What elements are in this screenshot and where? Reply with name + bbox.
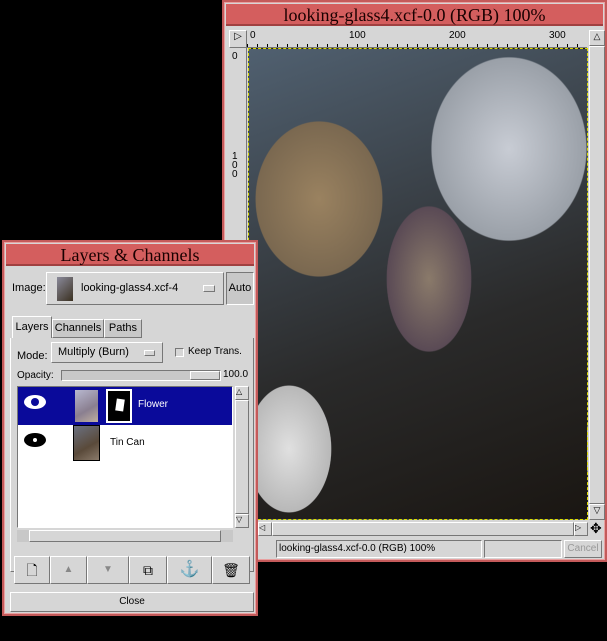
ruler-corner-button[interactable]: ▷ [229,30,247,48]
delete-layer-button[interactable]: 🗑 [212,556,250,584]
eye-icon[interactable] [24,433,46,447]
ruler-label: 300 [549,30,566,41]
anchor-icon: ⚓ [179,561,200,578]
scroll-thumb[interactable] [589,46,605,504]
image-window-title: looking-glass4.xcf-0.0 (RGB) 100% [226,4,603,26]
image-window: looking-glass4.xcf-0.0 (RGB) 100% ▷ 0 10… [222,0,607,562]
layer-name: Flower [138,399,169,410]
layers-dialog-title: Layers & Channels [6,244,254,266]
progress-bar [484,540,562,558]
eye-icon[interactable] [24,395,46,409]
tab-channels[interactable]: Channels [52,319,104,338]
auto-button[interactable]: Auto [226,272,254,305]
image-select[interactable]: looking-glass4.xcf-4 [46,272,224,305]
mode-select[interactable]: Multiply (Burn) [51,342,163,363]
layers-vertical-scrollbar[interactable]: △ ▽ [235,386,249,528]
horizontal-scrollbar[interactable]: ◁ ▷ [258,522,588,536]
vertical-scrollbar[interactable]: △ ▽ [589,30,605,520]
cancel-button[interactable]: Cancel [564,540,602,558]
navigate-icon[interactable]: ✥ [590,520,602,537]
scroll-left-arrow-icon[interactable]: ◁ [258,522,272,536]
lower-layer-button[interactable]: ▼ [87,556,129,584]
layer-thumbnail [75,390,98,422]
scroll-down-arrow-icon[interactable]: ▽ [589,504,605,520]
ruler-label: 0 [250,30,256,41]
layers-horizontal-scrollbar[interactable] [17,530,233,542]
scroll-up-arrow-icon[interactable]: △ [589,30,605,46]
duplicate-icon: ⧉ [143,562,153,578]
ruler-label: 100 [349,30,366,41]
layers-dialog: Layers & Channels Image: looking-glass4.… [2,240,258,616]
duplicate-layer-button[interactable]: ⧉ [129,556,167,584]
opacity-slider-handle[interactable] [190,371,220,380]
dropdown-indicator-icon [144,350,155,356]
scroll-up-arrow-icon[interactable]: △ [235,386,249,400]
mode-label: Mode: [17,350,48,362]
close-button[interactable]: Close [10,592,254,612]
new-layer-button[interactable]: 🗋 [14,556,50,584]
scroll-thumb[interactable] [235,400,249,514]
ruler-label: 100 [232,151,238,180]
keep-trans-label: Keep Trans. [188,346,242,357]
raise-layer-button[interactable]: ▲ [50,556,87,584]
image-thumbnail [57,277,73,301]
dropdown-indicator-icon [203,285,215,292]
up-arrow-icon: ▲ [63,564,74,575]
opacity-slider[interactable] [61,370,221,381]
layer-row-flower[interactable]: Flower [18,387,232,425]
opacity-value: 100.0 [223,369,249,380]
layers-list: Flower Tin Can [17,386,233,528]
layer-thumbnail [73,425,100,461]
scroll-thumb[interactable] [29,530,221,542]
opacity-label: Opacity: [17,370,54,381]
trash-icon: 🗑 [222,562,240,578]
anchor-layer-button[interactable]: ⚓ [167,556,212,584]
status-bar: looking-glass4.xcf-0.0 (RGB) 100% [276,540,482,558]
keep-trans-checkbox[interactable] [175,348,184,357]
ruler-label: 0 [232,51,238,62]
scroll-right-arrow-icon[interactable]: ▷ [574,522,588,536]
layer-mask-thumbnail [106,389,132,423]
scroll-down-arrow-icon[interactable]: ▽ [235,514,249,528]
image-select-value: looking-glass4.xcf-4 [81,282,179,294]
image-canvas[interactable] [248,48,588,520]
down-arrow-icon: ▼ [103,564,113,575]
layer-buttons: 🗋 ▲ ▼ ⧉ ⚓ 🗑 [14,556,252,584]
new-page-icon: 🗋 [26,562,38,578]
layer-row-tin-can[interactable]: Tin Can [18,425,232,463]
horizontal-ruler[interactable]: 0 100 200 300 [247,30,587,48]
scroll-thumb[interactable] [272,522,574,536]
tab-paths[interactable]: Paths [104,319,142,338]
layer-name: Tin Can [110,437,145,448]
layers-panel: Mode: Multiply (Burn) Keep Trans. Opacit… [10,338,254,572]
ruler-label: 200 [449,30,466,41]
image-label: Image: [12,282,46,294]
mode-select-value: Multiply (Burn) [58,346,129,358]
tab-layers[interactable]: Layers [12,316,52,338]
